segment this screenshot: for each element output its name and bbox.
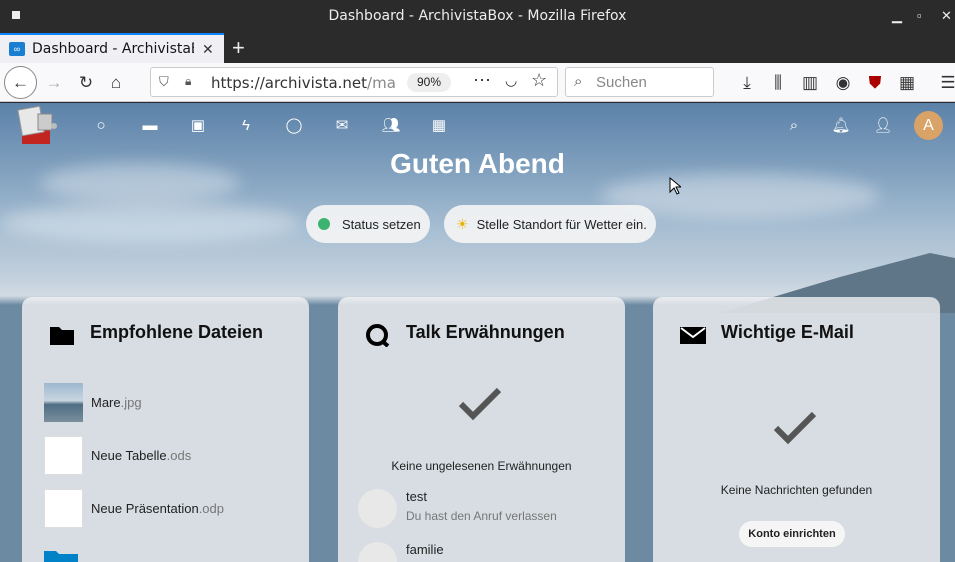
window-title: Dashboard - ArchivistaBox - Mozilla Fire…: [328, 8, 627, 24]
archivista-logo[interactable]: [16, 104, 60, 146]
weather-button[interactable]: ☀ Stelle Standort für Wetter ein.: [444, 205, 656, 243]
mail-icon: [680, 327, 706, 344]
sidebar-icon[interactable]: ▥: [796, 69, 824, 97]
notifications-icon[interactable]: 🔔︎: [831, 116, 850, 134]
tab-dashboard[interactable]: ∞ Dashboard - ArchivistaBox ✕: [0, 33, 224, 63]
conversation-item[interactable]: familie: [358, 542, 618, 562]
unified-search-icon[interactable]: ⌕: [785, 116, 803, 134]
file-name: Mare: [91, 395, 121, 410]
mouse-cursor-icon: [669, 177, 681, 195]
contacts-app-icon[interactable]: 👥︎: [381, 116, 400, 134]
setup-account-button[interactable]: Konto einrichten: [739, 521, 845, 547]
conversation-avatar: [358, 542, 397, 562]
checkmark-icon: [773, 411, 817, 445]
weather-sun-cloud-icon: ☀: [456, 215, 469, 232]
reload-button[interactable]: ↻: [72, 69, 100, 97]
ublock-icon[interactable]: ⛊: [861, 69, 889, 97]
search-placeholder: Suchen: [596, 74, 647, 91]
image-thumbnail: [44, 383, 83, 422]
talk-mentions-widget: Talk Erwähnungen Keine ungelesenen Erwäh…: [338, 297, 625, 562]
conversation-avatar: [358, 489, 397, 528]
library-icon[interactable]: ⫼: [764, 69, 792, 97]
photos-app-icon[interactable]: ▣: [189, 116, 207, 134]
new-tab-button[interactable]: +: [232, 35, 245, 61]
blue-folder-icon[interactable]: [44, 547, 78, 562]
url-bar[interactable]: ⛉ 🔒︎ https://archivista.net/mars/ 90% ⋯ …: [150, 67, 558, 97]
calendar-app-icon[interactable]: ▦: [430, 116, 448, 134]
dashboard-app-icon[interactable]: ○: [92, 116, 110, 134]
nextcloud-favicon-icon: ∞: [9, 42, 25, 56]
conversation-message: Du hast den Anruf verlassen: [406, 509, 557, 523]
file-item[interactable]: Mare.jpg: [44, 383, 304, 423]
dashboard-page: ○ ▬ ▣ ϟ ◯ ✉ 👥︎ ▦ ⌕ 🔔︎ 👤︎ A Guten Abend S…: [0, 103, 955, 562]
widget-title: Wichtige E-Mail: [721, 322, 854, 342]
status-button[interactable]: Status setzen: [306, 205, 430, 243]
conversation-item[interactable]: test Du hast den Anruf verlassen: [358, 489, 618, 533]
lock-icon[interactable]: 🔒︎: [185, 74, 191, 89]
home-button[interactable]: ⌂: [102, 69, 130, 97]
tab-label: Dashboard - ArchivistaBox: [32, 41, 194, 57]
recommended-files-widget: Empfohlene Dateien Mare.jpg Neue Tabelle…: [22, 297, 309, 562]
files-app-icon[interactable]: ▬: [141, 116, 159, 134]
conversation-name: test: [406, 489, 427, 504]
weather-label: Stelle Standort für Wetter ein.: [476, 216, 647, 232]
window-titlebar: Dashboard - ArchivistaBox - Mozilla Fire…: [0, 0, 955, 33]
file-ext: .ods: [166, 448, 192, 463]
url-text[interactable]: https://archivista.net/mars/: [211, 74, 397, 92]
status-label: Status setzen: [342, 216, 421, 232]
downloads-icon[interactable]: ⤓: [733, 69, 761, 97]
widget-title: Empfohlene Dateien: [90, 322, 264, 342]
search-box[interactable]: ⌕ Suchen: [565, 67, 714, 97]
contacts-menu-icon[interactable]: 👤︎: [873, 116, 892, 134]
tab-bar: ∞ Dashboard - ArchivistaBox ✕ +: [0, 33, 955, 63]
pocket-icon[interactable]: ◡: [505, 72, 517, 89]
checkmark-icon: [458, 387, 502, 421]
maximize-icon[interactable]: ▫: [917, 8, 922, 23]
extension-icon[interactable]: ▦: [893, 69, 921, 97]
folder-icon: [50, 327, 74, 345]
background-cloud: [0, 203, 300, 243]
file-thumbnail: [44, 489, 83, 528]
mail-app-icon[interactable]: ✉: [333, 116, 351, 134]
empty-message: Keine Nachrichten gefunden: [720, 483, 873, 497]
greeting-heading: Guten Abend: [390, 148, 565, 179]
file-ext: .jpg: [120, 395, 142, 410]
account-icon[interactable]: ◉: [829, 69, 857, 97]
menu-icon[interactable]: ☰: [934, 69, 955, 97]
minimize-icon[interactable]: ▁: [892, 8, 902, 24]
bookmark-star-icon[interactable]: ☆: [531, 70, 547, 91]
file-item[interactable]: Neue Präsentation.odp: [44, 489, 304, 529]
empty-message: Keine ungelesenen Erwähnungen: [391, 459, 572, 473]
status-online-icon: [318, 218, 330, 230]
page-actions-icon[interactable]: ⋯: [473, 70, 491, 91]
talk-icon: [366, 324, 390, 347]
file-thumbnail: [44, 436, 83, 475]
tab-close-icon[interactable]: ✕: [202, 41, 214, 58]
navigation-bar: ← → ↻ ⌂ ⛉ 🔒︎ https://archivista.net/mars…: [0, 63, 955, 102]
back-button[interactable]: ←: [4, 66, 37, 99]
activity-app-icon[interactable]: ϟ: [237, 116, 255, 134]
close-window-icon[interactable]: ✕: [941, 8, 952, 24]
talk-app-icon[interactable]: ◯: [285, 116, 303, 134]
user-avatar[interactable]: A: [914, 111, 943, 140]
forward-button[interactable]: →: [40, 69, 68, 97]
file-item[interactable]: Neue Tabelle.ods: [44, 436, 304, 476]
zoom-level-badge[interactable]: 90%: [407, 73, 451, 92]
conversation-name: familie: [406, 542, 444, 557]
file-name: Neue Präsentation: [91, 501, 199, 516]
widget-title: Talk Erwähnungen: [406, 322, 565, 342]
tracking-shield-icon[interactable]: ⛉: [159, 74, 169, 90]
file-ext: .odp: [198, 501, 224, 516]
file-name: Neue Tabelle: [91, 448, 167, 463]
important-mail-widget: Wichtige E-Mail Keine Nachrichten gefund…: [653, 297, 940, 562]
search-icon: ⌕: [574, 73, 583, 90]
